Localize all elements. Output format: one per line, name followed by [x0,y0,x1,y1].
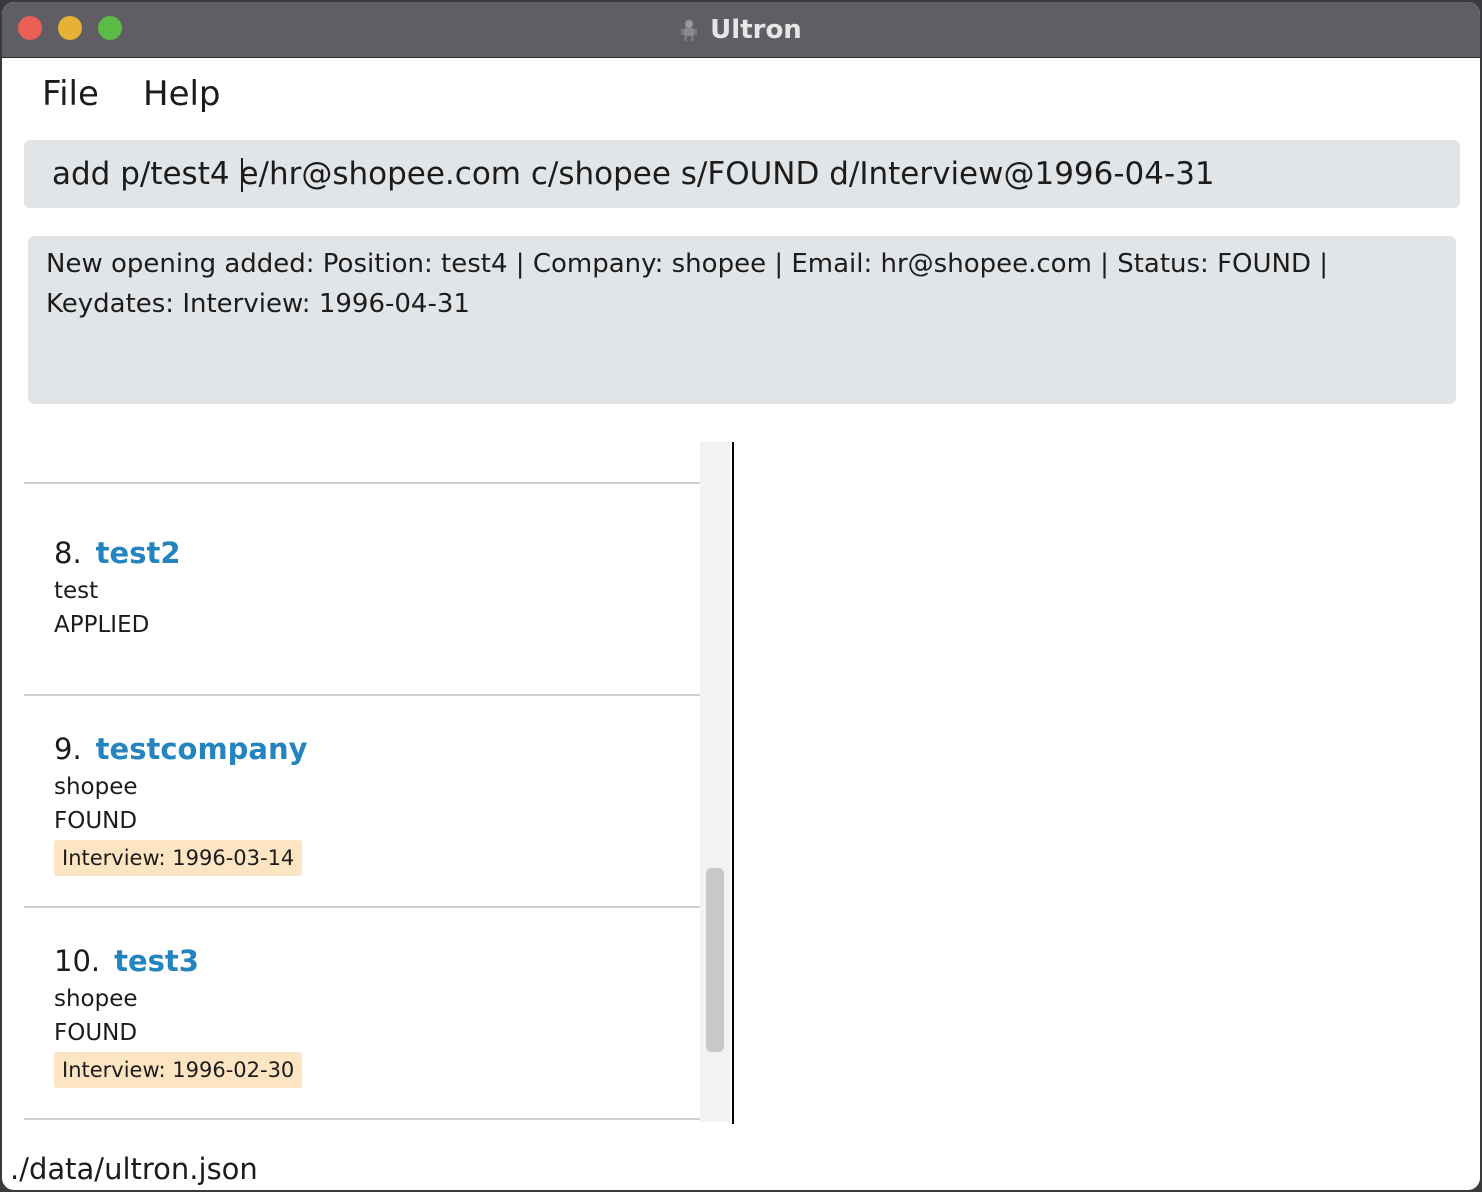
menu-help[interactable]: Help [137,72,227,116]
card-position: test3 [114,944,199,978]
card-position: test2 [95,536,181,570]
card-status: FOUND [54,1020,138,1046]
opening-list[interactable]: 8. test2 test APPLIED 9. testcompany shope… [24,440,702,1120]
split-divider[interactable] [732,442,734,1124]
command-box [24,140,1460,208]
menu-file[interactable]: File [36,72,105,116]
text-caret [241,158,243,192]
card-company: shopee [54,986,138,1012]
card-index: 9. [54,732,82,766]
robot-icon [681,19,698,41]
card-company: test [54,578,99,604]
card-status: APPLIED [54,612,150,638]
status-bar-file-path: ./data/ultron.json [10,1152,258,1186]
opening-card[interactable]: 10. test3 shopee FOUND Interview: 1996-02… [24,908,702,1120]
app-window: Ultron File Help New opening added: Posi… [2,2,1480,1190]
opening-card[interactable]: 9. testcompany shopee FOUND Interview: 19… [24,696,702,908]
result-message: New opening added: Position: test4 | Com… [46,249,1329,319]
keydate-tag: Interview: 1996-03-14 [54,840,303,876]
card-status: FOUND [54,808,138,834]
card-index: 10. [54,944,101,978]
list-scrollbar[interactable] [700,442,730,1122]
scrollbar-thumb[interactable] [706,868,724,1052]
menu-bar: File Help [2,58,1480,134]
card-company: shopee [54,774,138,800]
opening-card[interactable]: 8. test2 test APPLIED [24,484,702,696]
command-input[interactable] [52,140,1442,208]
title-bar[interactable]: Ultron [2,2,1480,58]
result-display: New opening added: Position: test4 | Com… [28,236,1456,404]
window-title: Ultron [710,14,802,45]
keydate-tag: Interview: 1996-02-30 [54,1052,303,1088]
card-position: testcompany [95,732,308,766]
card-index: 8. [54,536,82,570]
